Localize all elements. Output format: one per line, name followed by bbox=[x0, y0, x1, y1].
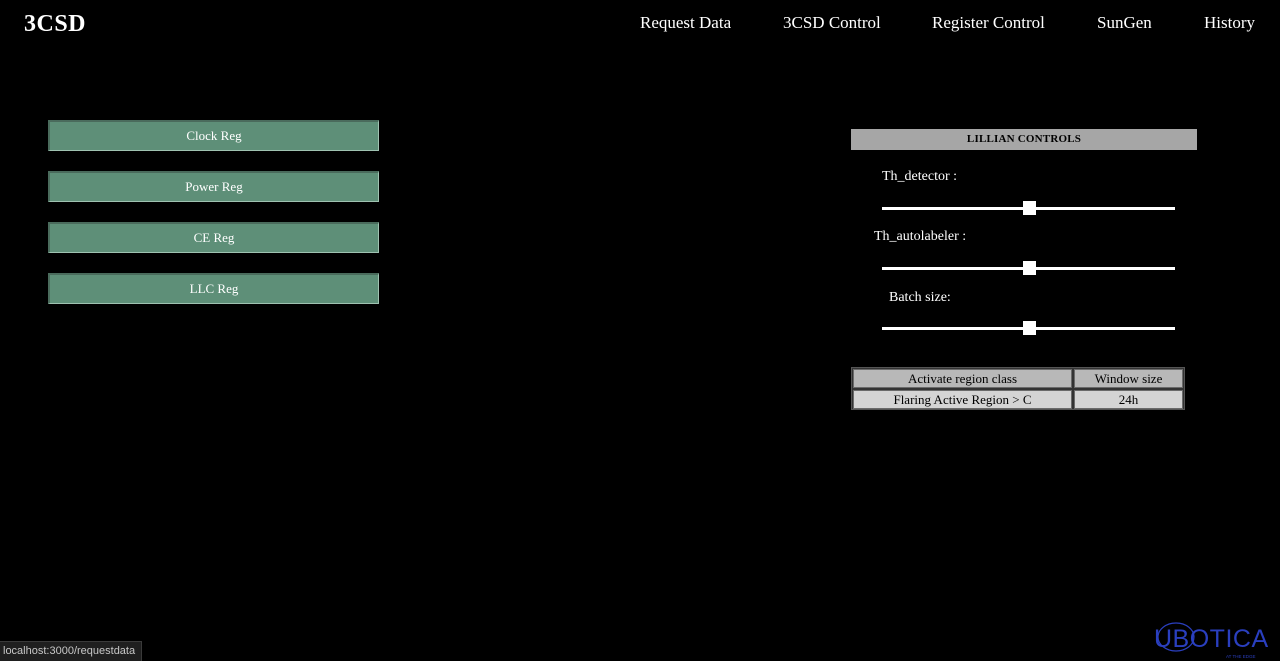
table-header-activate-region-class: Activate region class bbox=[853, 369, 1072, 388]
app-title: 3CSD bbox=[24, 11, 87, 37]
th-detector-slider[interactable] bbox=[882, 201, 1175, 215]
th-autolabeler-label: Th_autolabeler : bbox=[874, 229, 967, 244]
slider-thumb[interactable] bbox=[1022, 261, 1036, 275]
batch-size-slider[interactable] bbox=[882, 321, 1175, 335]
nav-register-control[interactable]: Register Control bbox=[932, 13, 1045, 33]
table-cell-region-class[interactable]: Flaring Active Region > C bbox=[853, 390, 1072, 409]
clock-reg-button[interactable]: Clock Reg bbox=[48, 120, 379, 151]
ubotica-logo: UBOTICA AT THE EDGE bbox=[1154, 622, 1269, 659]
controls-header: LILLIAN CONTROLS bbox=[851, 129, 1197, 150]
logo-tagline: AT THE EDGE bbox=[1226, 654, 1256, 659]
region-class-table: Activate region class Window size Flarin… bbox=[851, 367, 1185, 410]
llc-reg-button[interactable]: LLC Reg bbox=[48, 273, 379, 304]
th-detector-label: Th_detector : bbox=[882, 169, 958, 184]
nav-request-data[interactable]: Request Data bbox=[640, 13, 731, 33]
status-bar-url: localhost:3000/requestdata bbox=[0, 641, 143, 661]
logo-text: UBOTICA bbox=[1154, 625, 1269, 653]
slider-thumb[interactable] bbox=[1022, 321, 1036, 335]
nav-sungen[interactable]: SunGen bbox=[1097, 13, 1152, 33]
th-autolabeler-slider[interactable] bbox=[882, 261, 1175, 275]
table-header-window-size: Window size bbox=[1074, 369, 1183, 388]
table-cell-window-size[interactable]: 24h bbox=[1074, 390, 1183, 409]
nav-history[interactable]: History bbox=[1204, 13, 1255, 33]
nav-3csd-control[interactable]: 3CSD Control bbox=[783, 13, 881, 33]
power-reg-button[interactable]: Power Reg bbox=[48, 171, 379, 202]
ce-reg-button[interactable]: CE Reg bbox=[48, 222, 379, 253]
batch-size-label: Batch size: bbox=[889, 290, 951, 305]
slider-thumb[interactable] bbox=[1022, 201, 1036, 215]
